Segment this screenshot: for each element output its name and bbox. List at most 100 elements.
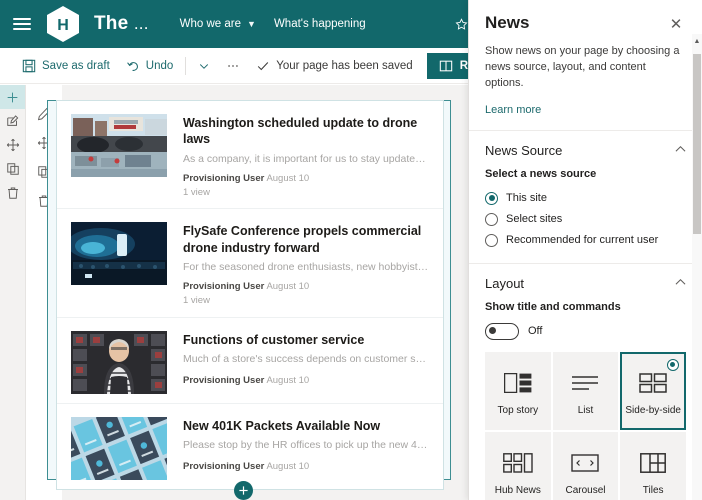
undo-icon (126, 61, 138, 71)
news-date: August 10 (266, 172, 310, 184)
news-thumbnail (71, 330, 167, 394)
news-author: Provisioning User (183, 280, 265, 292)
news-description: Much of a store's success depends on cus… (183, 352, 429, 365)
news-source-section-header[interactable]: News Source (469, 131, 702, 168)
scroll-up-icon[interactable]: ▲ (692, 34, 702, 48)
chevron-down-icon: ▼ (247, 19, 256, 29)
layout-option-label: Carousel (565, 485, 606, 497)
news-item[interactable]: Functions of customer service Much of a … (57, 318, 443, 404)
news-source-option-select-sites[interactable]: Select sites (469, 209, 702, 230)
chevron-up-icon (675, 145, 686, 156)
news-byline: Provisioning User August 10 (183, 461, 429, 473)
show-title-commands-row: Off (469, 321, 702, 352)
news-item[interactable]: FlySafe Conference propels commercial dr… (57, 209, 443, 318)
radio-label: Select sites (506, 213, 563, 226)
news-author: Provisioning User (183, 172, 265, 184)
carousel-icon (571, 445, 600, 481)
layout-option-label: Hub News (494, 485, 541, 497)
news-thumbnail (71, 222, 167, 286)
layout-options-grid: Top story List Side-by-side Hub News Car… (469, 351, 702, 500)
edit-section-icon (6, 115, 18, 126)
close-icon[interactable]: ✕ (666, 14, 686, 34)
news-title[interactable]: Functions of customer service (183, 332, 429, 348)
news-property-pane: News ✕ Show news on your page by choosin… (468, 0, 702, 500)
layout-option-tiles[interactable]: Tiles (620, 431, 686, 500)
news-byline: Provisioning User August 10 (183, 173, 429, 185)
news-item-text: FlySafe Conference propels commercial dr… (183, 222, 429, 307)
layout-option-side-by-side[interactable]: Side-by-side (620, 351, 686, 430)
nav-item-who-we-are[interactable]: Who we are ▼ (171, 0, 265, 48)
site-title-ellipsis: ... (133, 14, 149, 33)
section-toolbar (0, 85, 26, 500)
radio-label: This site (506, 192, 547, 205)
news-description: For the seasoned drone enthusiasts, new … (183, 260, 429, 273)
pane-description: Show news on your page by choosing a new… (485, 45, 680, 89)
learn-more-link[interactable]: Learn more (485, 104, 541, 116)
news-date: August 10 (266, 280, 310, 292)
layout-option-label: Side-by-side (625, 405, 681, 417)
layout-option-hub-news[interactable]: Hub News (485, 431, 551, 500)
radio-icon (485, 233, 498, 247)
delete-section-button[interactable] (0, 181, 25, 205)
show-title-commands-label: Show title and commands (485, 300, 621, 313)
save-as-draft-button[interactable]: Save as draft (14, 52, 118, 80)
ellipsis-icon (228, 64, 239, 67)
undo-dropdown-button[interactable] (190, 52, 218, 80)
edit-section-button[interactable] (0, 109, 25, 133)
chevron-up-icon (675, 278, 686, 289)
move-section-button[interactable] (0, 133, 25, 157)
pane-scrollbar[interactable]: ▲ (692, 34, 702, 500)
news-webpart[interactable]: Washington scheduled update to drone law… (56, 100, 444, 490)
move-icon (6, 138, 19, 152)
news-item[interactable]: Washington scheduled update to drone law… (57, 101, 443, 210)
site-navigation: Who we are ▼ What's happening (171, 0, 375, 48)
layout-option-label: List (577, 405, 594, 417)
show-title-commands-toggle[interactable] (485, 322, 519, 340)
radio-label: Recommended for current user (506, 234, 659, 247)
tiles-icon (640, 445, 667, 481)
news-source-field-label: Select a news source (485, 167, 597, 180)
news-thumbnail (71, 416, 167, 480)
radio-icon (485, 212, 498, 226)
layout-section-title: Layout (485, 275, 525, 291)
news-title[interactable]: FlySafe Conference propels commercial dr… (183, 223, 429, 256)
news-thumbnail (71, 114, 167, 177)
add-new-section-button[interactable] (234, 481, 253, 500)
sharepoint-page-editor: H The ... Who we are ▼ What's happening … (0, 0, 702, 500)
site-logo[interactable]: H (46, 5, 80, 43)
layout-option-carousel[interactable]: Carousel (552, 431, 619, 500)
site-title[interactable]: The ... (94, 13, 149, 35)
save-status: Your page has been saved (248, 52, 420, 80)
top-story-icon (503, 365, 532, 401)
duplicate-section-button[interactable] (0, 157, 25, 181)
pane-header: News ✕ (469, 0, 702, 34)
news-source-option-recommended[interactable]: Recommended for current user (469, 230, 702, 251)
news-item[interactable]: New 401K Packets Available Now Please st… (57, 404, 443, 489)
nav-item-whats-happening[interactable]: What's happening (265, 0, 375, 48)
news-item-text: Washington scheduled update to drone law… (183, 114, 429, 199)
command-separator (185, 56, 187, 75)
news-author: Provisioning User (183, 461, 265, 473)
app-launcher-button[interactable] (0, 0, 44, 48)
undo-label: Undo (145, 59, 174, 72)
undo-button[interactable]: Undo (118, 52, 182, 80)
layout-option-top-story[interactable]: Top story (485, 351, 551, 430)
news-title[interactable]: New 401K Packets Available Now (183, 418, 429, 434)
more-options-button[interactable] (218, 52, 248, 80)
pane-title: News (485, 13, 530, 32)
news-views: 1 view (183, 295, 210, 307)
nav-label: What's happening (273, 18, 366, 30)
news-byline: Provisioning User August 10 (183, 281, 429, 293)
layout-option-list[interactable]: List (552, 351, 619, 430)
news-description: Please stop by the HR offices to pick up… (183, 438, 429, 451)
news-source-option-this-site[interactable]: This site (469, 188, 702, 209)
news-views: 1 view (183, 187, 210, 199)
layout-section-header[interactable]: Layout (469, 264, 702, 301)
news-date: August 10 (266, 461, 310, 473)
news-item-text: New 401K Packets Available Now Please st… (183, 417, 429, 480)
add-icon (7, 92, 18, 102)
news-title[interactable]: Washington scheduled update to drone law… (183, 115, 429, 148)
scrollbar-thumb[interactable] (693, 54, 701, 234)
news-description: As a company, it is important for us to … (183, 152, 429, 165)
add-section-button[interactable] (0, 85, 25, 109)
